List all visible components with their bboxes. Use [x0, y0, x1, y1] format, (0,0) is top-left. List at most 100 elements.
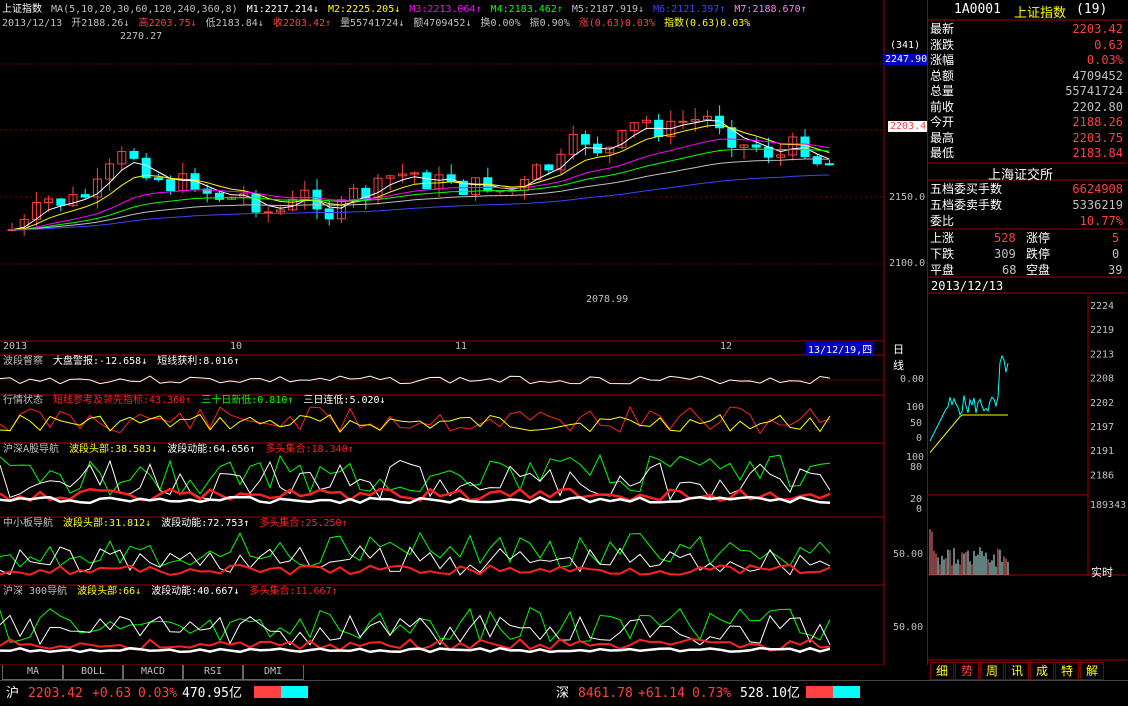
ohlc-value: 换0.00%: [480, 18, 521, 29]
indicator-title-2: 行情状态 短线参考及领先指标:43.360↑ 三十日新低:0.810↑ 三日连低…: [3, 395, 390, 407]
indicator-axis-label: 0: [916, 433, 923, 444]
quote-label: 涨跌: [930, 37, 955, 52]
indicator-value: 大盘警报:-12.658↓: [53, 356, 148, 367]
tab-week[interactable]: 周: [980, 662, 1004, 680]
candle-body: [263, 211, 273, 214]
ma-value: M4:2183.462↑: [490, 4, 563, 15]
period-label[interactable]: 日线: [893, 341, 904, 373]
indicator-value: 波段头部:38.583↓: [69, 444, 158, 455]
breadth-row: 上涨 528 涨停 5: [928, 231, 1127, 246]
ma-line-4: [11, 148, 830, 231]
indicator-value: 短线获利:8.016↑: [157, 356, 240, 367]
quote-label: 涨幅: [930, 53, 955, 67]
indicator-value: 波段动能:72.753↑: [161, 518, 250, 529]
indicator-line: [0, 606, 831, 643]
tab-deals[interactable]: 成: [1030, 662, 1054, 680]
indicator-line: [0, 531, 831, 568]
breadth-value: 39: [1108, 263, 1123, 277]
quote-row: 涨幅 0.03%: [928, 53, 1127, 68]
mini-axis-label: 2219: [1090, 325, 1114, 336]
high-annotation: 2270.27: [120, 31, 163, 42]
candle-body: [422, 172, 432, 190]
mini-axis-label: 2213: [1090, 349, 1114, 360]
indicator-axis-label: 100: [906, 402, 925, 413]
realtime-label[interactable]: 实时: [1091, 564, 1113, 580]
month-label: 12: [720, 341, 733, 352]
breadth-label: 下跌: [930, 247, 955, 261]
quote-row: 总量 55741724: [928, 84, 1127, 99]
candle-body: [763, 146, 773, 158]
kline-chart-svg[interactable]: [0, 0, 890, 666]
indicator-name: 沪深A股导航: [3, 444, 60, 455]
indicator-axis-label: 50.00: [893, 549, 924, 560]
indicator-value: 多头集合:25.250↑: [259, 518, 348, 529]
breadth-label: 空盘: [1026, 263, 1051, 277]
index-count: (19): [1076, 2, 1108, 17]
candle-body: [678, 120, 688, 123]
mini-axis-label: 2186: [1090, 470, 1114, 481]
candle-body: [324, 208, 334, 220]
mini-price-line: [929, 354, 1009, 442]
tab-explain[interactable]: 解: [1080, 662, 1104, 680]
tab-ma[interactable]: MA: [2, 665, 64, 680]
indicator-value: 波段动能:64.656↑: [167, 444, 256, 455]
candle-body: [251, 193, 261, 213]
depth-sell: 五档委卖手数 5336219: [928, 198, 1127, 213]
indicator-name: 波段督察: [3, 356, 43, 367]
depth-value: 5336219: [1072, 198, 1123, 212]
candle-body: [56, 198, 66, 206]
intraday-chart-svg[interactable]: 2224 2219 2213 2208 2202 2197 2191 2186 189343: [928, 295, 1127, 579]
candle-body: [812, 156, 822, 165]
breadth-row: 下跌 309 跌停 0: [928, 247, 1127, 262]
quote-row: 总额 4709452: [928, 69, 1127, 84]
indicator-line: [0, 646, 831, 654]
indicator-value: 多头集合:18.340↑: [265, 444, 354, 455]
quote-value: 55741724: [1065, 84, 1123, 98]
breadth-label: 涨停: [1026, 231, 1051, 245]
tab-boll[interactable]: BOLL: [62, 665, 124, 680]
depth-value: 6624908: [1072, 182, 1123, 196]
ohlc-value: 额4709452↓: [413, 18, 472, 29]
sz-amount: 528.10亿: [740, 686, 800, 701]
chart-area[interactable]: 上证指数 MA(5,10,20,30,60,120,240,360,8) M1:…: [0, 0, 929, 666]
sh-price: 2203.42: [28, 686, 83, 701]
ma-value: M2:2225.205↓: [327, 4, 401, 15]
indicator-axis-label: 50.00: [893, 622, 924, 633]
tab-detail[interactable]: 细: [930, 662, 954, 680]
depth-value: 10.77%: [1079, 214, 1123, 228]
quote-value: 2188.26: [1072, 115, 1123, 129]
quote-value: 2202.80: [1072, 99, 1123, 114]
ma-value: M1:2217.214↓: [246, 4, 319, 15]
depth-label: 五档委卖手数: [930, 198, 1003, 212]
sh-bar-icon: [254, 686, 308, 698]
quote-value: 2183.84: [1072, 146, 1123, 160]
index-title: 上证指数: [2, 4, 42, 15]
quote-label: 前收: [930, 99, 955, 114]
quote-value: 0.03%: [1086, 53, 1123, 67]
sz-change: +61.14: [638, 686, 685, 701]
tab-macd[interactable]: MACD: [122, 665, 184, 680]
indicator-value: 三十日新低:0.810↑: [201, 395, 294, 406]
tab-trend[interactable]: 势: [955, 662, 979, 680]
mini-avg-line: [929, 414, 1008, 453]
mini-volume-label: 189343: [1090, 500, 1126, 511]
tab-special[interactable]: 特: [1055, 662, 1079, 680]
indicator-axis-label: 50: [910, 418, 923, 429]
tab-news[interactable]: 讯: [1005, 662, 1029, 680]
indicator-name: 行情状态: [3, 395, 43, 406]
mini-axis-label: 2202: [1090, 398, 1114, 409]
indicator-title-4: 中小板导航 波段头部:31.812↓ 波段动能:72.753↑ 多头集合:25.…: [3, 518, 352, 530]
sz-label: 深: [556, 686, 570, 701]
breadth-value: 68: [1002, 263, 1017, 277]
quote-label: 今开: [930, 115, 955, 129]
indicator-value: 三日连低:5.020↓: [303, 395, 386, 406]
ohlc-value: 量55741724↓: [340, 18, 405, 29]
quote-row: 涨跌 0.63: [928, 38, 1127, 53]
tab-dmi[interactable]: DMI: [242, 665, 304, 680]
tab-rsi[interactable]: RSI: [182, 665, 244, 680]
ohlc-value: 振0.90%: [529, 18, 570, 29]
ohlc-value: 高2203.75↓: [138, 18, 197, 29]
indicator-axis-label: 0.00: [900, 374, 925, 385]
quote-label: 最新: [930, 22, 955, 36]
candle-body: [153, 177, 163, 181]
